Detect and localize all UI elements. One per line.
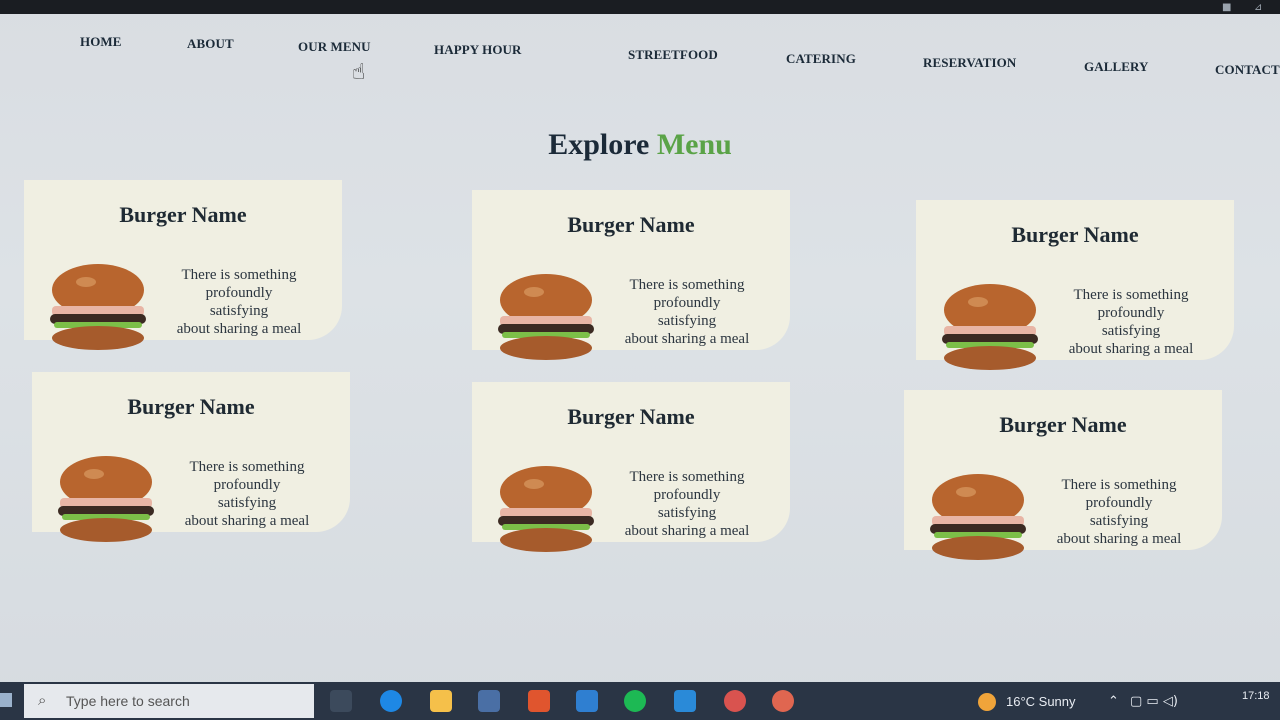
- hand-cursor-icon: ☝: [352, 60, 366, 85]
- desc-line: satisfying: [1089, 513, 1149, 529]
- card-description: There is something profoundly satisfying…: [612, 468, 762, 540]
- nav-gallery[interactable]: GALLERY: [1084, 59, 1149, 75]
- desc-line: There is something: [629, 469, 745, 485]
- title-part-2: Menu: [656, 128, 732, 161]
- file-explorer-icon[interactable]: [430, 690, 452, 712]
- burger-image: [930, 474, 1026, 560]
- burger-image: [50, 264, 146, 350]
- nav-catering[interactable]: CATERING: [786, 51, 856, 67]
- tray-chevron-icon[interactable]: ⌃: [1108, 694, 1119, 709]
- burger-image: [58, 456, 154, 542]
- desc-line: There is something: [189, 459, 305, 475]
- spotify-icon[interactable]: [624, 690, 646, 712]
- burger-image: [498, 466, 594, 552]
- nav-reservation[interactable]: RESERVATION: [923, 55, 1016, 71]
- menu-card[interactable]: Burger Name There is something profoundl…: [916, 200, 1234, 370]
- store-icon[interactable]: [478, 690, 500, 712]
- menu-card[interactable]: Burger Name There is something profoundl…: [32, 372, 350, 542]
- window-top-bar: ■ ⊿: [0, 0, 1280, 14]
- desc-line: profoundly: [1085, 495, 1153, 511]
- menu-card[interactable]: Burger Name There is something profoundl…: [472, 382, 790, 552]
- nav-our-menu[interactable]: OUR MENU: [298, 39, 371, 55]
- vscode-icon[interactable]: [674, 690, 696, 712]
- brave-icon[interactable]: [528, 690, 550, 712]
- task-view-icon[interactable]: [330, 690, 352, 712]
- nav-contact[interactable]: CONTACT: [1215, 62, 1280, 78]
- nav-happy-hour[interactable]: HAPPY HOUR: [434, 42, 522, 58]
- search-placeholder: Type here to search: [66, 693, 190, 709]
- title-part-1: Explore: [548, 128, 650, 161]
- card-description: There is something profoundly satisfying…: [172, 458, 322, 530]
- desc-line: about sharing a meal: [1068, 341, 1194, 357]
- desc-line: about sharing a meal: [184, 513, 310, 529]
- window-control-icon[interactable]: ■: [1222, 2, 1231, 13]
- clock-time[interactable]: 17:18: [1242, 690, 1270, 702]
- desc-line: profoundly: [653, 295, 721, 311]
- desc-line: satisfying: [1101, 323, 1161, 339]
- nav-about[interactable]: ABOUT: [187, 36, 234, 52]
- card-title: Burger Name: [567, 404, 695, 429]
- card-description: There is something profoundly satisfying…: [1044, 476, 1194, 548]
- desc-line: There is something: [1073, 287, 1189, 303]
- taskbar: ⌕ Type here to search 16°C Sunny ⌃ ▢ ▭ ◁…: [0, 682, 1280, 720]
- menu-card[interactable]: Burger Name There is something profoundl…: [472, 190, 790, 360]
- desc-line: There is something: [181, 267, 297, 283]
- desc-line: about sharing a meal: [624, 331, 750, 347]
- search-icon: ⌕: [38, 691, 47, 709]
- card-description: There is something profoundly satisfying…: [164, 266, 314, 338]
- desc-line: about sharing a meal: [176, 321, 302, 337]
- windows-start-icon[interactable]: [0, 693, 12, 707]
- menu-card[interactable]: Burger Name There is something profoundl…: [24, 180, 342, 350]
- desc-line: profoundly: [213, 477, 281, 493]
- taskbar-search[interactable]: ⌕ Type here to search: [24, 684, 314, 718]
- card-description: There is something profoundly satisfying…: [612, 276, 762, 348]
- weather-icon[interactable]: [978, 693, 996, 711]
- cast-icon[interactable]: ⊿: [1254, 2, 1262, 13]
- edge-icon[interactable]: [380, 690, 402, 712]
- menu-card[interactable]: Burger Name There is something profoundl…: [904, 390, 1222, 560]
- desc-line: profoundly: [205, 285, 273, 301]
- card-title: Burger Name: [1011, 222, 1139, 247]
- card-title: Burger Name: [127, 394, 255, 419]
- card-title: Burger Name: [119, 202, 247, 227]
- desc-line: satisfying: [217, 495, 277, 511]
- desc-line: profoundly: [1097, 305, 1165, 321]
- desc-line: satisfying: [657, 313, 717, 329]
- desc-line: satisfying: [209, 303, 269, 319]
- card-description: There is something profoundly satisfying…: [1056, 286, 1206, 358]
- tray-icons[interactable]: ▢ ▭ ◁): [1130, 694, 1178, 709]
- desc-line: There is something: [629, 277, 745, 293]
- desc-line: satisfying: [657, 505, 717, 521]
- desc-line: There is something: [1061, 477, 1177, 493]
- desc-line: profoundly: [653, 487, 721, 503]
- card-title: Burger Name: [567, 212, 695, 237]
- burger-image: [942, 284, 1038, 370]
- card-title: Burger Name: [999, 412, 1127, 437]
- weather-text[interactable]: 16°C Sunny: [1006, 694, 1076, 709]
- mail-icon[interactable]: [576, 690, 598, 712]
- desc-line: about sharing a meal: [1056, 531, 1182, 547]
- burger-image: [498, 274, 594, 360]
- chrome-profile-icon[interactable]: [772, 690, 794, 712]
- section-title: Explore Menu: [0, 128, 1280, 162]
- nav-streetfood[interactable]: STREETFOOD: [628, 47, 718, 63]
- desc-line: about sharing a meal: [624, 523, 750, 539]
- chrome-icon[interactable]: [724, 690, 746, 712]
- nav-home[interactable]: HOME: [80, 34, 122, 50]
